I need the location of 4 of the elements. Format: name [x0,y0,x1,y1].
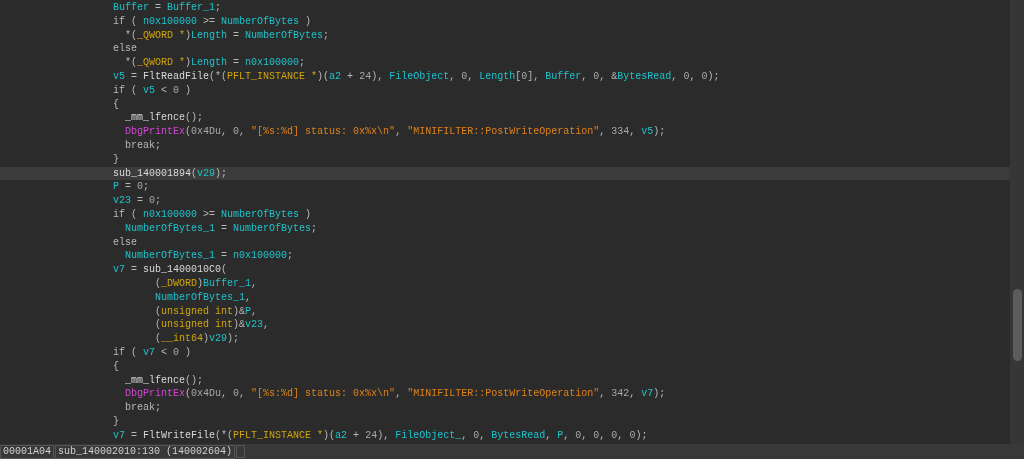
status-offset: 00001A04 [0,444,54,459]
status-location: sub_140002010:130 (140002604) [55,444,236,459]
status-empty-field [236,445,246,458]
scrollbar-thumb[interactable] [1013,289,1022,361]
